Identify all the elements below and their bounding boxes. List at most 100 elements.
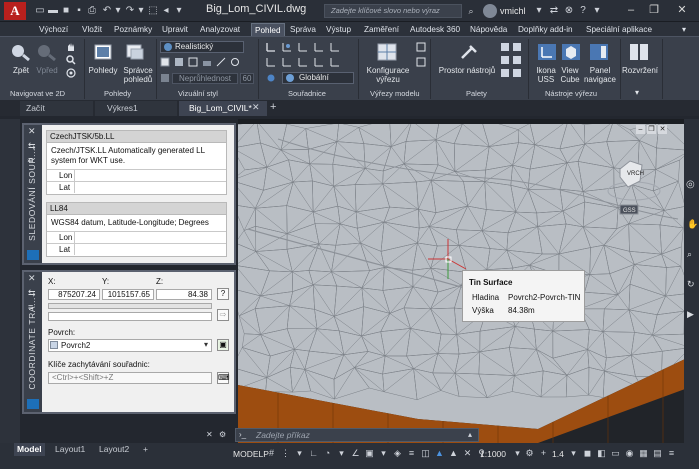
ucs-icon[interactable] xyxy=(266,42,276,52)
palette-close-icon[interactable]: ✕ xyxy=(28,273,36,284)
zpet-button[interactable]: Zpět xyxy=(8,66,34,75)
surface-dropdown[interactable]: Povrch2 xyxy=(48,339,212,352)
navigace-label[interactable]: navigace xyxy=(582,75,618,84)
file-tab-vykres1[interactable]: Výkres1 xyxy=(95,101,177,116)
command-history-icon[interactable]: ▴ xyxy=(468,430,472,439)
exchange-icon[interactable]: ⇄ xyxy=(547,4,561,18)
cube-label[interactable]: Cube xyxy=(556,75,584,84)
viewport-join-icon[interactable] xyxy=(416,42,426,52)
tab-autodesk360[interactable]: Autodesk 360 xyxy=(410,23,460,36)
ribbon-toggle-icon[interactable]: ▾ xyxy=(682,23,686,36)
tab-pohled[interactable]: Pohled xyxy=(251,23,285,36)
redo-dropdown-icon[interactable]: ▾ xyxy=(135,5,147,17)
units-icon[interactable]: ▦ xyxy=(638,448,649,459)
zoom-icon[interactable] xyxy=(66,55,76,65)
model-space-toggle[interactable]: MODELP xyxy=(233,449,269,459)
geolocation-icon[interactable]: ◉ xyxy=(624,448,635,459)
qat-dropdown-icon[interactable]: ▾ xyxy=(173,5,185,17)
user-avatar-icon[interactable] xyxy=(483,4,497,18)
selection-cycling-icon[interactable]: ▲ xyxy=(434,448,445,459)
viewport-restore-icon[interactable]: ❐ xyxy=(647,125,656,134)
nav-pan-icon[interactable]: ✋ xyxy=(687,219,698,230)
osnap-icon[interactable]: ▣ xyxy=(364,448,375,459)
panel-label[interactable]: Panel xyxy=(582,66,618,75)
snap-icon[interactable]: ⋮ xyxy=(280,448,291,459)
share-icon[interactable]: ◂ xyxy=(160,5,172,17)
viewport-close-icon[interactable]: ✕ xyxy=(658,125,667,134)
pohledu-label[interactable]: pohledů xyxy=(120,75,156,84)
pan-hand-icon[interactable] xyxy=(66,42,76,52)
ucs-object-icon[interactable] xyxy=(282,57,292,67)
prostor-nastroju-icon[interactable] xyxy=(458,42,480,62)
hardware-acceleration-icon[interactable]: ◧ xyxy=(596,448,607,459)
annotation-scale[interactable]: 1:1000 xyxy=(480,449,506,459)
ucs-zaxis-icon[interactable] xyxy=(330,42,340,52)
tab-zamereni[interactable]: Zaměření xyxy=(364,23,399,36)
workspace-icon[interactable]: ⬚ xyxy=(147,5,159,17)
3dosnap-icon[interactable]: ◈ xyxy=(392,448,403,459)
markup-icon[interactable] xyxy=(500,68,510,78)
dynamic-ucs-icon[interactable]: ✕ xyxy=(462,448,473,459)
keys-field[interactable]: <Ctrl>+<Shift>+Z xyxy=(48,372,212,384)
new-file-icon[interactable]: ▭ xyxy=(34,5,46,17)
pohledy-button[interactable]: Pohledy xyxy=(88,66,118,75)
nav-orbit-icon[interactable]: ↻ xyxy=(687,279,695,290)
save-as-icon[interactable]: ▪ xyxy=(73,5,85,17)
ortho-icon[interactable]: ∟ xyxy=(308,448,319,459)
tab-napoveda[interactable]: Nápověda xyxy=(470,23,507,36)
ucs-previous-icon[interactable] xyxy=(298,42,308,52)
tab-doplnky[interactable]: Doplňky add-in xyxy=(518,23,573,36)
transparency-icon[interactable]: ◫ xyxy=(420,448,431,459)
infer-icon[interactable]: ▾ xyxy=(294,448,305,459)
view-label[interactable]: View xyxy=(556,66,584,75)
nav-zoom-icon[interactable]: ⌕ xyxy=(687,249,692,260)
customization-icon[interactable]: ≡ xyxy=(666,448,677,459)
isodraft-icon[interactable]: ▾ xyxy=(336,448,347,459)
close-icon[interactable]: ✕ xyxy=(675,2,689,18)
shading-icon[interactable] xyxy=(174,57,184,67)
scale-dropdown-icon[interactable]: ▾ xyxy=(512,448,523,459)
tab-specialni-aplikace[interactable]: Speciální aplikace xyxy=(586,23,652,36)
workspace-switch-icon[interactable]: ⚙ xyxy=(524,448,535,459)
print-icon[interactable]: ⎙ xyxy=(86,5,98,17)
command-input[interactable]: Zadejte příkaz xyxy=(235,428,479,442)
shadows-icon[interactable] xyxy=(202,57,212,67)
open-icon[interactable]: ▬ xyxy=(47,5,59,17)
viewport-minimize-icon[interactable]: – xyxy=(636,125,645,134)
annotation-autoscale-icon[interactable]: + xyxy=(538,448,549,459)
help-icon[interactable]: ? xyxy=(576,4,590,18)
grid-icon[interactable]: # xyxy=(266,448,277,459)
tab-vystup[interactable]: Výstup xyxy=(326,23,351,36)
silhouette-icon[interactable] xyxy=(230,57,240,67)
ucs-y-icon[interactable] xyxy=(266,73,276,83)
search-input[interactable]: Zadejte klíčové slovo nebo výraz xyxy=(324,4,462,18)
file-tab-zacit[interactable]: Začít xyxy=(20,101,93,116)
osnap-dropdown-icon[interactable]: ▾ xyxy=(378,448,389,459)
panel-navigace-icon[interactable] xyxy=(588,42,610,62)
tab-sprava[interactable]: Správa xyxy=(290,23,316,36)
viewport-restore-icon[interactable] xyxy=(416,57,426,67)
ucs-face-icon[interactable] xyxy=(298,57,308,67)
view-cube-icon[interactable] xyxy=(560,42,582,62)
close-tab-icon[interactable]: ✕ xyxy=(252,102,260,113)
help-dropdown-icon[interactable]: ▾ xyxy=(590,4,604,18)
zpet-icon[interactable] xyxy=(10,42,32,62)
isolate-objects-icon[interactable]: ◼ xyxy=(582,448,593,459)
tab-upravit[interactable]: Upravit xyxy=(162,23,188,36)
pick-surface-icon[interactable]: ▣ xyxy=(217,339,229,351)
lock-ui-icon[interactable]: ▾ xyxy=(568,448,579,459)
tab-poznamky[interactable]: Poznámky xyxy=(114,23,152,36)
ikona-uss-icon[interactable] xyxy=(536,42,558,62)
help-button[interactable]: ? xyxy=(217,288,229,300)
ucs-origin-icon[interactable] xyxy=(314,42,324,52)
save-icon[interactable]: ■ xyxy=(60,5,72,17)
layout-tab-layout1[interactable]: Layout1 xyxy=(52,443,88,456)
rozvrzeni-button[interactable]: Rozvržení xyxy=(622,66,658,75)
vyrezu-label[interactable]: výřezu xyxy=(362,75,414,84)
command-close-icon[interactable]: ✕ xyxy=(206,430,213,439)
pohledy-icon[interactable] xyxy=(92,42,114,62)
maximize-icon[interactable]: ❐ xyxy=(647,2,661,18)
ucs-world-icon[interactable] xyxy=(282,42,292,52)
layout-tab-layout2[interactable]: Layout2 xyxy=(96,443,132,456)
edge-style-icon[interactable] xyxy=(160,57,170,67)
